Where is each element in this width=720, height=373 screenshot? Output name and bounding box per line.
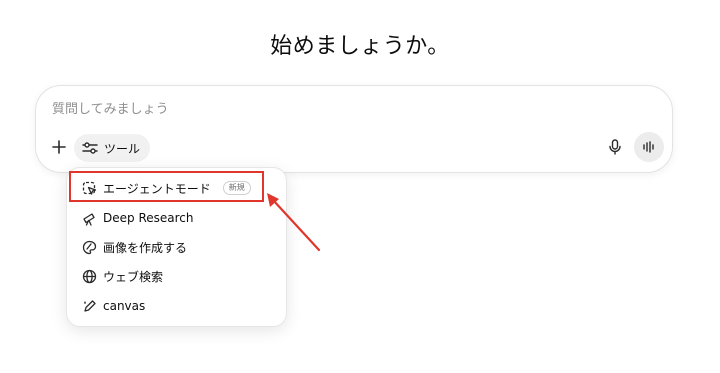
dictation-button[interactable] [604,136,626,158]
menu-item-agent-mode[interactable]: エージェントモード 新規 [73,174,279,202]
sliders-icon [82,142,98,154]
menu-item-label: エージェントモード [103,181,211,196]
menu-item-label: canvas [103,299,146,313]
voice-waveform-icon [643,141,654,153]
menu-item-label: Deep Research [103,211,194,225]
page-heading: 始めましょうか。 [270,34,450,59]
globe-icon [81,268,97,284]
pen-canvas-icon [81,298,97,314]
new-badge: 新規 [222,181,251,195]
agent-cursor-icon [81,180,97,196]
microphone-icon [609,139,621,155]
prompt-input[interactable] [52,98,612,120]
menu-item-canvas[interactable]: canvas [73,292,279,320]
telescope-icon [81,210,97,226]
voice-mode-button[interactable] [634,132,664,162]
menu-item-label: ウェブ検索 [103,269,164,284]
tools-button-label: ツール [104,141,141,156]
add-attachment-button[interactable] [48,136,70,158]
tools-button[interactable]: ツール [74,134,151,162]
image-palette-icon [81,239,97,255]
tools-menu: エージェントモード 新規 Deep Research 画像を作成する ウェブ検索… [66,167,287,327]
menu-item-label: 画像を作成する [103,240,188,255]
menu-item-deep-research[interactable]: Deep Research [73,204,279,232]
menu-item-create-image[interactable]: 画像を作成する [73,233,279,261]
menu-item-web-search[interactable]: ウェブ検索 [73,262,279,290]
prompt-composer: ツール [35,85,673,173]
plus-icon [52,140,66,154]
